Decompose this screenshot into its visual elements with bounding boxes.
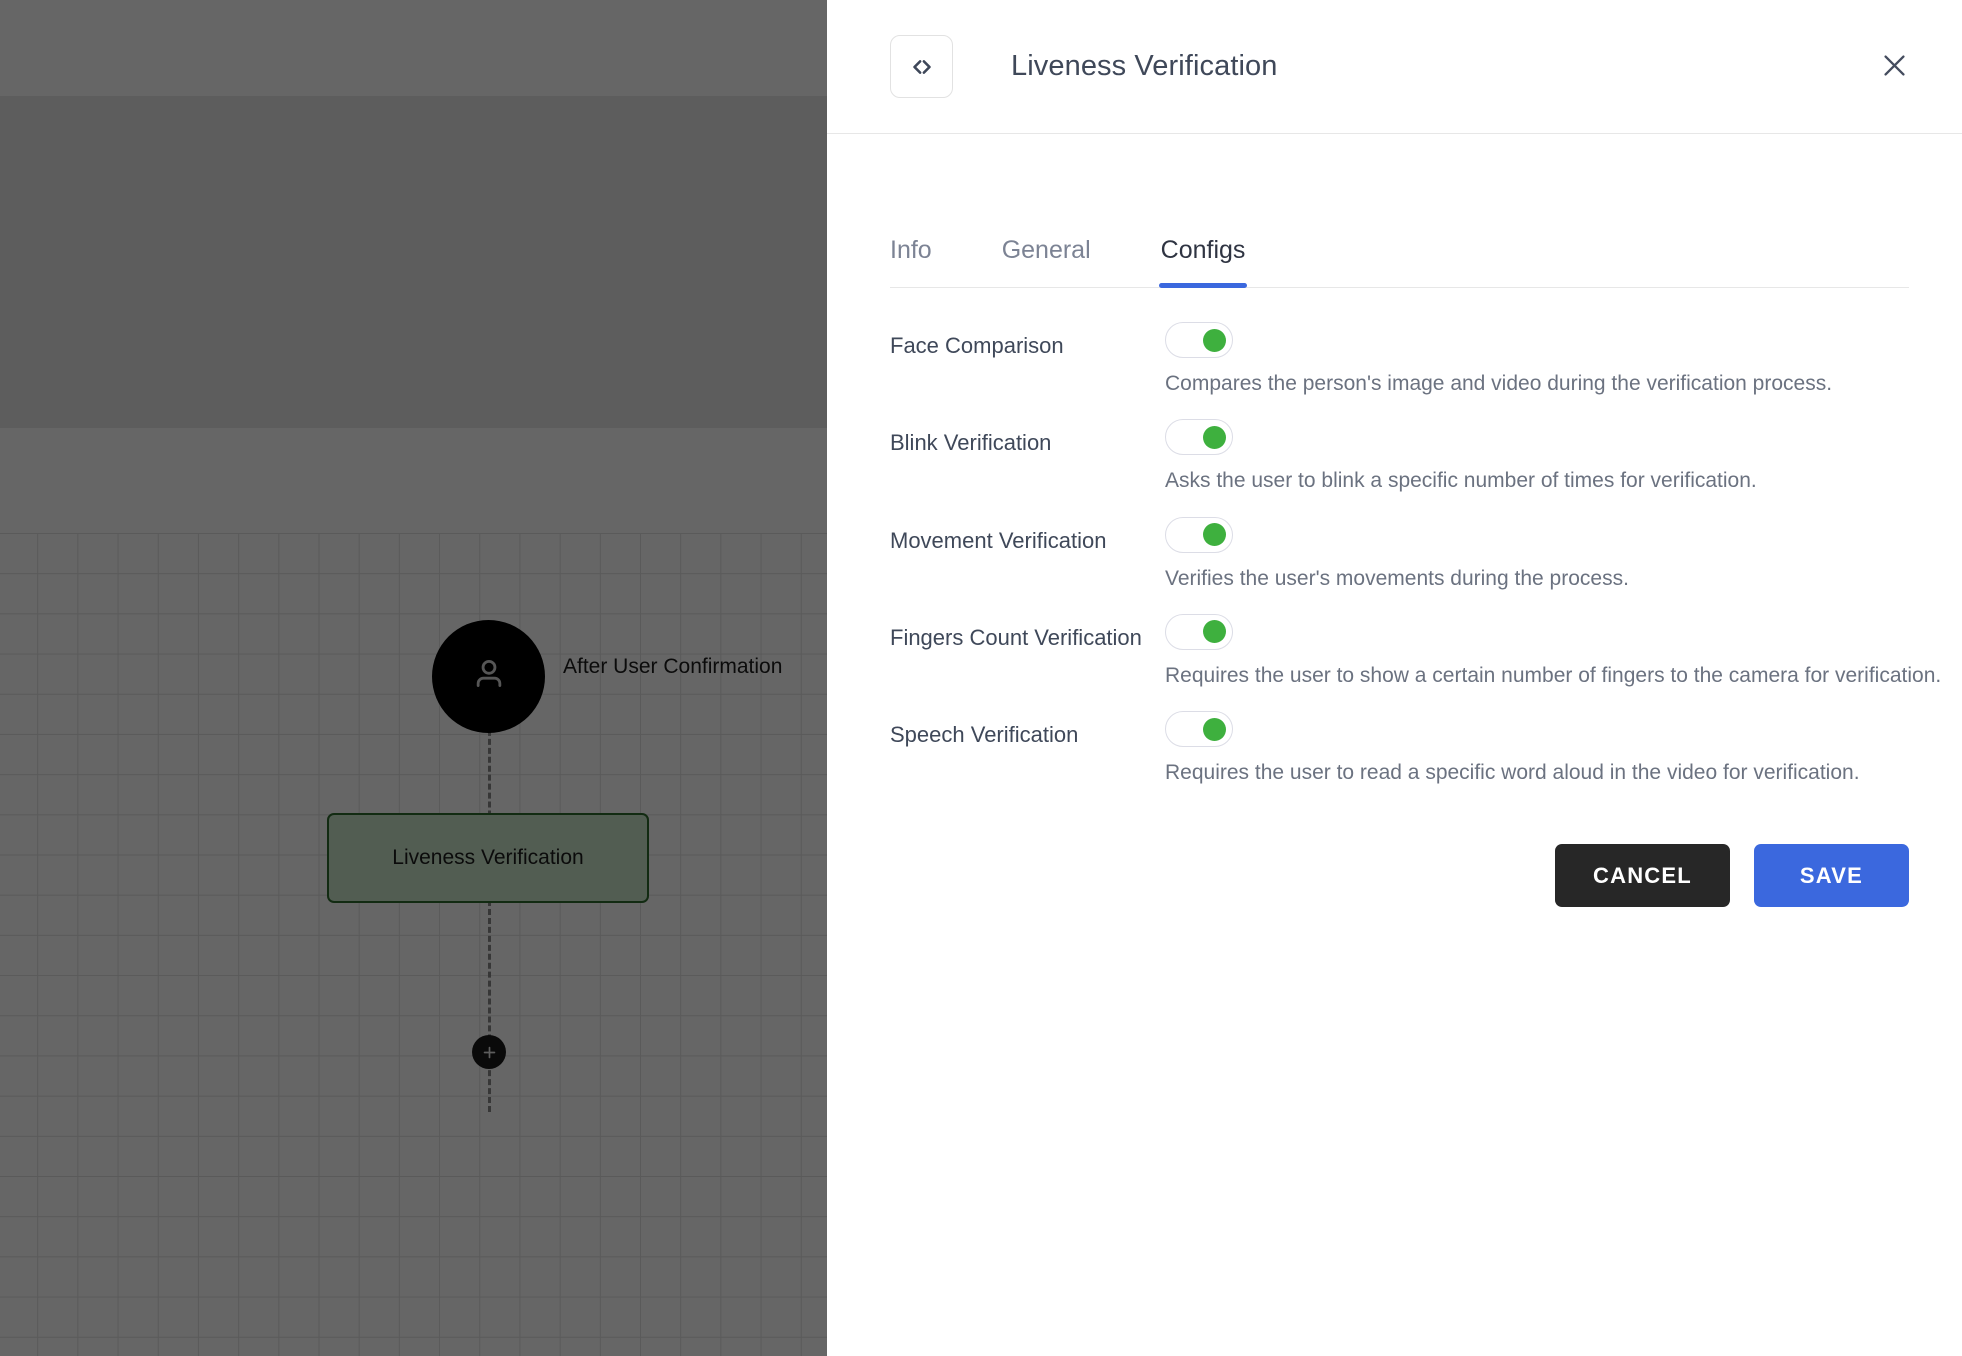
tab-general[interactable]: General bbox=[1002, 236, 1091, 287]
code-icon bbox=[890, 35, 953, 98]
toggle-speech-verification[interactable] bbox=[1165, 711, 1233, 748]
config-row-movement-verification: Movement Verification Verifies the user'… bbox=[890, 516, 1909, 592]
config-row-face-comparison: Face Comparison Compares the person's im… bbox=[890, 322, 1909, 397]
config-row-blink-verification: Blink Verification Asks the user to blin… bbox=[890, 419, 1909, 494]
toggle-movement-verification[interactable] bbox=[1165, 516, 1233, 553]
toggle-knob bbox=[1203, 620, 1226, 644]
page-band-bottom bbox=[0, 428, 827, 533]
config-description: Asks the user to blink a specific number… bbox=[1165, 469, 1757, 493]
config-row-speech-verification: Speech Verification Requires the user to… bbox=[890, 711, 1909, 786]
add-node-button[interactable] bbox=[472, 1035, 506, 1069]
page-band-middle bbox=[0, 96, 827, 428]
config-description: Verifies the user's movements during the… bbox=[1165, 566, 1629, 590]
trigger-node-label: After User Confirmation bbox=[563, 655, 783, 678]
config-control: Verifies the user's movements during the… bbox=[1165, 516, 1909, 592]
detail-panel: Liveness Verification Info General Confi… bbox=[827, 0, 1962, 1356]
config-label: Speech Verification bbox=[890, 722, 1079, 748]
cancel-button[interactable]: CANCEL bbox=[1555, 844, 1730, 908]
config-label: Face Comparison bbox=[890, 333, 1064, 358]
close-icon[interactable] bbox=[1861, 32, 1927, 98]
config-control: Compares the person's image and video du… bbox=[1165, 322, 1909, 397]
config-row-fingers-count-verification: Fingers Count Verification Requires the … bbox=[890, 613, 1942, 689]
configs-list: Face Comparison Compares the person's im… bbox=[890, 322, 1942, 786]
person-icon bbox=[468, 653, 510, 700]
config-label: Blink Verification bbox=[890, 430, 1052, 456]
toggle-knob bbox=[1203, 523, 1226, 547]
panel-body: Info General Configs Face Comparison Com… bbox=[827, 134, 1962, 1356]
tab-info[interactable]: Info bbox=[890, 236, 932, 287]
config-description: Compares the person's image and video du… bbox=[1165, 372, 1833, 395]
panel-title: Liveness Verification bbox=[1011, 50, 1278, 82]
toggle-fingers-count-verification[interactable] bbox=[1165, 613, 1233, 650]
plus-icon bbox=[481, 1044, 498, 1061]
config-control: Requires the user to show a certain numb… bbox=[1165, 613, 1942, 689]
config-label: Movement Verification bbox=[890, 527, 1107, 553]
save-button[interactable]: SAVE bbox=[1753, 844, 1909, 908]
tab-configs[interactable]: Configs bbox=[1158, 236, 1248, 288]
app-root: After User Confirmation Liveness Verific… bbox=[0, 0, 1962, 1356]
toggle-knob bbox=[1203, 425, 1226, 449]
config-control: Asks the user to blink a specific number… bbox=[1165, 419, 1909, 494]
step-node-liveness-verification[interactable]: Liveness Verification bbox=[327, 813, 649, 903]
toggle-face-comparison[interactable] bbox=[1165, 322, 1233, 358]
page-band-top bbox=[0, 0, 827, 96]
trigger-node[interactable] bbox=[432, 620, 545, 733]
config-control: Requires the user to read a specific wor… bbox=[1165, 711, 1909, 786]
step-node-label: Liveness Verification bbox=[392, 846, 584, 869]
toggle-knob bbox=[1203, 717, 1226, 741]
panel-actions: CANCEL SAVE bbox=[890, 844, 1909, 908]
config-description: Requires the user to show a certain numb… bbox=[1165, 663, 1942, 687]
config-label: Fingers Count Verification bbox=[890, 624, 1142, 650]
toggle-blink-verification[interactable] bbox=[1165, 419, 1233, 456]
toggle-knob bbox=[1203, 328, 1226, 352]
panel-tabs: Info General Configs bbox=[890, 193, 1909, 288]
panel-header: Liveness Verification bbox=[827, 0, 1962, 134]
config-description: Requires the user to read a specific wor… bbox=[1165, 761, 1860, 785]
flow-canvas[interactable]: After User Confirmation Liveness Verific… bbox=[0, 0, 827, 1356]
